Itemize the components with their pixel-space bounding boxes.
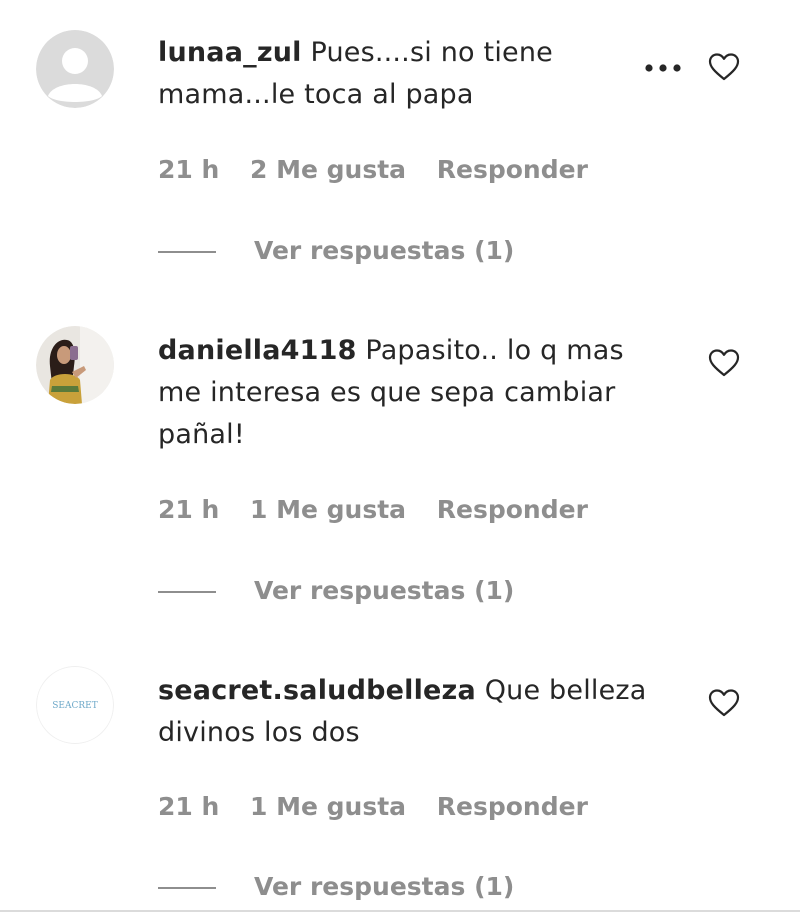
brand-logo-avatar: SEACRET (36, 666, 114, 744)
heart-outline-icon[interactable] (708, 348, 740, 378)
comment-likes-count[interactable]: 1 Me gusta (250, 495, 406, 525)
view-replies-button[interactable]: Ver respuestas (1) (158, 236, 514, 266)
bottom-divider (0, 910, 800, 912)
reply-button[interactable]: Responder (437, 155, 588, 185)
replies-divider-line (158, 591, 216, 593)
heart-outline-icon[interactable] (708, 52, 740, 82)
comment-time[interactable]: 21 h (158, 495, 219, 525)
view-replies-label: Ver respuestas (1) (254, 872, 515, 901)
reply-button[interactable]: Responder (437, 792, 588, 822)
comment-username[interactable]: seacret.saludbelleza (158, 675, 476, 706)
replies-divider-line (158, 251, 216, 253)
view-replies-button[interactable]: Ver respuestas (1) (158, 872, 514, 902)
view-replies-button[interactable]: Ver respuestas (1) (158, 576, 514, 606)
comment-likes-count[interactable]: 1 Me gusta (250, 792, 406, 822)
profile-photo (36, 326, 114, 404)
comment-text: daniella4118 Papasito.. lo q mas me inte… (158, 330, 658, 456)
comment-username[interactable]: lunaa_zul (158, 37, 302, 68)
brand-logo-text: SEACRET (52, 701, 97, 711)
comment-text: lunaa_zul Pues....si no tiene mama...le … (158, 32, 658, 116)
comment-meta: 21 h 2 Me gusta Responder (158, 155, 610, 185)
comment-username[interactable]: daniella4118 (158, 335, 357, 366)
heart-outline-icon[interactable] (708, 688, 740, 718)
comment-meta: 21 h 1 Me gusta Responder (158, 792, 610, 822)
avatar-placeholder[interactable] (36, 30, 114, 108)
comment-text: seacret.saludbelleza Que belleza divinos… (158, 670, 658, 754)
view-replies-label: Ver respuestas (1) (254, 576, 515, 605)
comment-meta: 21 h 1 Me gusta Responder (158, 495, 610, 525)
comment-time[interactable]: 21 h (158, 155, 219, 185)
avatar[interactable] (36, 326, 114, 404)
avatar[interactable]: SEACRET (36, 666, 114, 744)
more-options-icon[interactable] (643, 62, 683, 74)
comment-time[interactable]: 21 h (158, 792, 219, 822)
replies-divider-line (158, 887, 216, 889)
view-replies-label: Ver respuestas (1) (254, 236, 515, 265)
default-avatar-icon (36, 30, 114, 108)
reply-button[interactable]: Responder (437, 495, 588, 525)
comment-likes-count[interactable]: 2 Me gusta (250, 155, 406, 185)
